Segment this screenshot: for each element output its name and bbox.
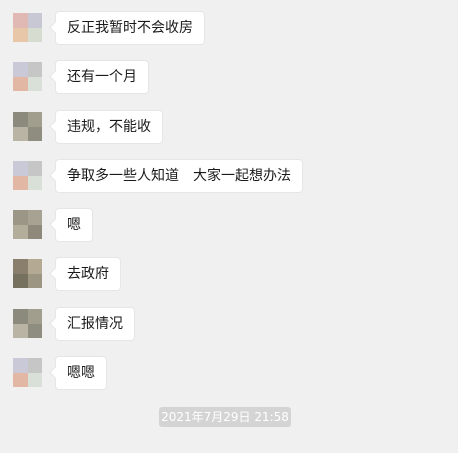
avatar[interactable] [13,210,42,239]
avatar[interactable] [13,358,42,387]
message-timestamp: 2021年7月29日 21:58 [159,407,291,427]
message-bubble[interactable]: 汇报情况 [55,307,135,341]
message-bubble[interactable]: 争取多一些人知道 大家一起想办法 [55,159,303,193]
avatar[interactable] [13,112,42,141]
chat-message: 违规，不能收 [13,110,163,146]
chat-message: 汇报情况 [13,307,135,343]
chat-message: 争取多一些人知道 大家一起想办法 [13,159,303,195]
message-bubble[interactable]: 违规，不能收 [55,110,163,144]
message-bubble[interactable]: 嗯 [55,208,93,242]
message-bubble[interactable]: 反正我暂时不会收房 [55,11,205,45]
avatar[interactable] [13,309,42,338]
chat-message: 反正我暂时不会收房 [13,11,205,47]
avatar[interactable] [13,13,42,42]
chat-history: 反正我暂时不会收房 还有一个月 违规，不能收 争取多一些人知道 大家一起想办法 … [0,0,458,453]
message-bubble[interactable]: 还有一个月 [55,60,149,94]
avatar[interactable] [13,62,42,91]
message-bubble[interactable]: 去政府 [55,257,121,291]
chat-message: 还有一个月 [13,60,149,96]
message-bubble[interactable]: 嗯嗯 [55,356,107,390]
avatar[interactable] [13,259,42,288]
chat-message: 去政府 [13,257,121,293]
avatar[interactable] [13,161,42,190]
chat-message: 嗯 [13,208,93,244]
chat-message: 嗯嗯 [13,356,107,392]
